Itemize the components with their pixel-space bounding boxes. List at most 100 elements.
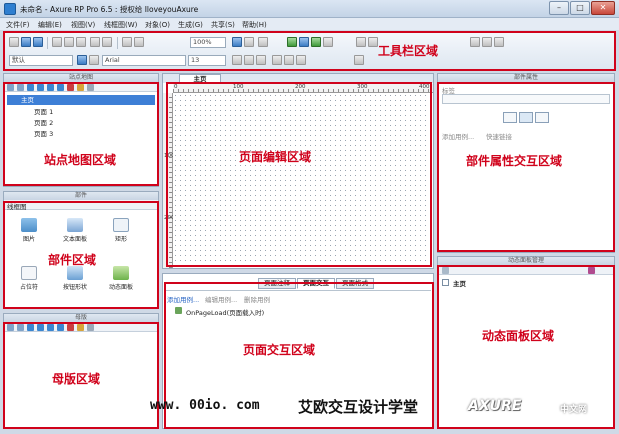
menu-generate[interactable]: 生成(G): [178, 20, 203, 30]
text-panel-icon: [67, 218, 83, 232]
add-case-link[interactable]: 添加用例...: [167, 294, 199, 304]
italic-icon[interactable]: [244, 55, 254, 65]
align-center-icon[interactable]: [284, 55, 294, 65]
format-painter-icon[interactable]: [77, 55, 87, 65]
dynamic-panel-root[interactable]: 主页: [453, 278, 466, 288]
annotations-tab-icon[interactable]: [535, 112, 549, 123]
delete-icon[interactable]: [67, 323, 74, 331]
menu-edit[interactable]: 编辑(E): [38, 20, 62, 30]
menu-help[interactable]: 帮助(H): [242, 20, 267, 30]
widget-dynamic-panel[interactable]: 动态面板: [100, 264, 142, 298]
group-icon[interactable]: [122, 37, 132, 47]
share-icon[interactable]: [323, 37, 333, 47]
tab-home-page[interactable]: 主页: [179, 74, 221, 83]
tab-page-notes[interactable]: 页面注释: [258, 278, 296, 289]
widget-placeholder[interactable]: 占位符: [8, 264, 50, 298]
copy-icon[interactable]: [64, 37, 74, 47]
paste-icon[interactable]: [76, 37, 86, 47]
menu-view[interactable]: 视图(V): [71, 20, 95, 30]
move-up-icon[interactable]: [27, 83, 34, 91]
widget-library-select[interactable]: 线框图: [7, 201, 27, 211]
fill-color-icon[interactable]: [356, 37, 366, 47]
minimize-button[interactable]: –: [549, 1, 569, 15]
align-right-icon[interactable]: [296, 55, 306, 65]
search-icon[interactable]: [87, 83, 94, 91]
design-canvas[interactable]: [173, 93, 433, 268]
publish-icon[interactable]: [311, 37, 321, 47]
font-family-select[interactable]: Arial: [102, 55, 186, 66]
label-input[interactable]: [442, 94, 610, 104]
indent-icon[interactable]: [47, 83, 54, 91]
redo-icon[interactable]: [102, 37, 112, 47]
tab-page-interactions[interactable]: 页面交互: [297, 278, 335, 289]
move-down-icon[interactable]: [37, 323, 44, 331]
widget-image[interactable]: 图片: [8, 216, 50, 250]
tab-page-style[interactable]: 页面格式: [336, 278, 374, 289]
sitemap-tools: [4, 82, 158, 92]
open-file-icon[interactable]: [21, 37, 31, 47]
search-icon[interactable]: [87, 323, 94, 331]
add-folder-icon[interactable]: [17, 323, 24, 331]
sitemap-page-3[interactable]: 页面 3: [34, 129, 53, 139]
menu-share[interactable]: 共享(S): [211, 20, 235, 30]
flow-icon[interactable]: [258, 37, 268, 47]
placeholder-icon: [21, 266, 37, 280]
menu-object[interactable]: 对象(O): [145, 20, 170, 30]
quick-link[interactable]: 快速链接: [486, 131, 512, 141]
line-color-icon[interactable]: [368, 37, 378, 47]
rename-icon[interactable]: [77, 323, 84, 331]
move-down-icon[interactable]: [37, 83, 44, 91]
outdent-icon[interactable]: [57, 323, 64, 331]
text-color-icon[interactable]: [354, 55, 364, 65]
sitemap-page-2[interactable]: 页面 2: [34, 118, 53, 128]
add-master-icon[interactable]: [7, 323, 14, 331]
add-folder-icon[interactable]: [17, 83, 24, 91]
save-icon[interactable]: [33, 37, 43, 47]
filter-icon[interactable]: [588, 266, 595, 274]
sitemap-page-1[interactable]: 页面 1: [34, 107, 53, 117]
clear-format-icon[interactable]: [89, 55, 99, 65]
rename-icon[interactable]: [77, 83, 84, 91]
connector-mode-icon[interactable]: [244, 37, 254, 47]
add-case-link[interactable]: 添加用例...: [442, 131, 474, 141]
style-select[interactable]: 默认: [9, 55, 73, 66]
indent-icon[interactable]: [47, 323, 54, 331]
undo-icon[interactable]: [90, 37, 100, 47]
menu-wireframe[interactable]: 线框图(W): [104, 20, 137, 30]
underline-icon[interactable]: [256, 55, 266, 65]
widget-rectangle[interactable]: 矩形: [100, 216, 142, 250]
menu-file[interactable]: 文件(F): [6, 20, 30, 30]
cut-icon[interactable]: [52, 37, 62, 47]
interactions-tab-icon[interactable]: [519, 112, 533, 123]
font-size-select[interactable]: 13: [188, 55, 226, 66]
move-up-icon[interactable]: [27, 323, 34, 331]
sitemap-root-page[interactable]: 主页: [7, 95, 155, 105]
edit-case-link[interactable]: 编辑用例...: [205, 294, 237, 304]
label-dynamic-region: 动态面板区域: [482, 329, 555, 343]
align-left-icon[interactable]: [272, 55, 282, 65]
generate-prototype-icon[interactable]: [287, 37, 297, 47]
generate-spec-icon[interactable]: [299, 37, 309, 47]
add-state-icon[interactable]: [442, 266, 449, 274]
maximize-button[interactable]: □: [570, 1, 590, 15]
line-pattern-icon[interactable]: [482, 37, 492, 47]
widget-button-shape[interactable]: 按钮形状: [54, 264, 96, 298]
delete-case-link[interactable]: 删除用例: [244, 294, 270, 304]
ruler-label: 0: [174, 84, 178, 90]
widget-text-panel[interactable]: 文本面板: [54, 216, 96, 250]
onpageload-event[interactable]: OnPageLoad(页面载入时): [186, 307, 264, 317]
outdent-icon[interactable]: [57, 83, 64, 91]
select-mode-icon[interactable]: [232, 37, 242, 47]
delete-icon[interactable]: [67, 83, 74, 91]
properties-tab-icon[interactable]: [503, 112, 517, 123]
order-icon[interactable]: [134, 37, 144, 47]
masters-header: 母版: [4, 314, 158, 322]
add-page-icon[interactable]: [7, 83, 14, 91]
arrow-style-icon[interactable]: [494, 37, 504, 47]
close-button[interactable]: ✕: [591, 1, 615, 15]
bold-icon[interactable]: [232, 55, 242, 65]
new-file-icon[interactable]: [9, 37, 19, 47]
widget-label: 占位符: [19, 284, 38, 291]
line-style-icon[interactable]: [470, 37, 480, 47]
zoom-select[interactable]: 100%: [190, 37, 226, 48]
